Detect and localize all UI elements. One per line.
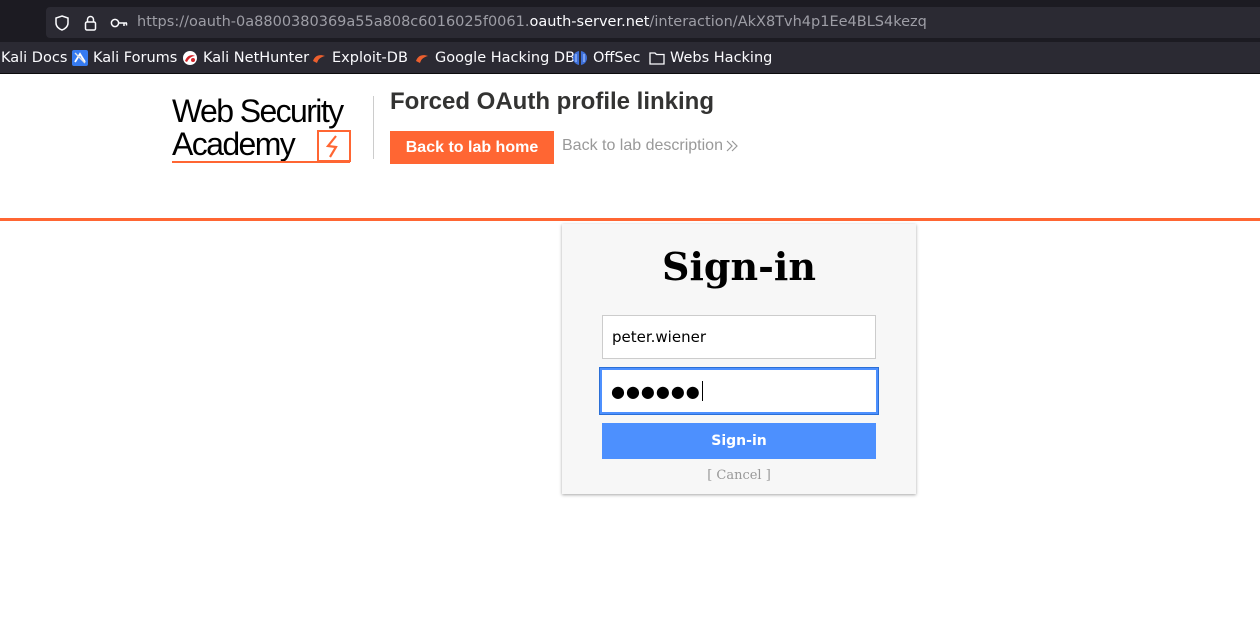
signin-button[interactable]: Sign-in <box>602 423 876 459</box>
bookmark-label: Google Hacking DB <box>435 50 576 66</box>
bookmark-google-hacking-db[interactable]: Google Hacking DB <box>414 42 575 74</box>
logo-line-1: Web Security <box>172 93 344 129</box>
bookmark-folder-webs-hacking[interactable]: Webs Hacking <box>649 42 772 74</box>
web-security-academy-logo[interactable]: Web Security Academy <box>172 94 372 166</box>
lab-title: Forced OAuth profile linking <box>390 88 714 115</box>
bookmark-exploit-db[interactable]: Exploit-DB <box>311 42 408 74</box>
offsec-icon <box>572 50 588 66</box>
logo-line-2: Academy <box>172 126 296 162</box>
username-input[interactable]: peter.wiener <box>602 315 876 359</box>
signin-title: Sign-in <box>662 244 816 289</box>
exploitdb-icon <box>311 50 327 66</box>
bookmark-offsec[interactable]: OffSec <box>572 42 641 74</box>
header-orange-rule <box>0 218 1260 221</box>
lab-header: Web Security Academy Forced OAuth profil… <box>0 74 1260 219</box>
kali-forums-icon <box>72 50 88 66</box>
back-to-lab-home-button[interactable]: Back to lab home <box>390 131 554 164</box>
signin-card: Sign-in peter.wiener ●●●●●● Sign-in [ Ca… <box>562 224 916 494</box>
url-host: oauth-server.net <box>529 14 650 30</box>
url-text[interactable]: https://oauth-0a8800380369a55a808c601602… <box>137 7 927 38</box>
bookmark-label: Kali Forums <box>93 50 178 66</box>
browser-toolbar: https://oauth-0a8800380369a55a808c601602… <box>0 0 1260 42</box>
logo-lightning-icon <box>317 130 351 162</box>
bookmarks-bar: Kali Docs Kali Forums Kali NetHunter Exp… <box>0 42 1260 74</box>
username-value: peter.wiener <box>612 328 706 346</box>
bookmark-kali-docs[interactable]: Kali Docs <box>1 42 67 74</box>
double-chevron-right-icon <box>726 140 738 152</box>
bookmark-label: Webs Hacking <box>670 50 773 66</box>
header-divider <box>373 96 374 159</box>
back-to-lab-description-label: Back to lab description <box>562 137 723 154</box>
bookmark-label: OffSec <box>593 50 641 66</box>
password-value: ●●●●●● <box>611 381 701 401</box>
shield-icon[interactable] <box>54 7 70 38</box>
url-prefix: https://oauth-0a8800380369a55a808c601602… <box>137 14 530 30</box>
text-caret <box>701 381 703 401</box>
cancel-link[interactable]: [ Cancel ] <box>562 468 916 483</box>
bookmark-label: Kali NetHunter <box>203 50 310 66</box>
key-icon[interactable] <box>109 7 129 38</box>
lock-icon[interactable] <box>82 7 98 38</box>
url-path: /interaction/AkX8Tvh4p1Ee4BLS4kezq <box>649 14 927 30</box>
address-bar[interactable]: https://oauth-0a8800380369a55a808c601602… <box>46 7 1260 38</box>
back-to-lab-description-link[interactable]: Back to lab description <box>562 137 738 155</box>
logo-underline <box>172 161 350 163</box>
bookmark-label: Kali Docs <box>1 50 68 66</box>
nethunter-icon <box>182 50 198 66</box>
bookmark-kali-forums[interactable]: Kali Forums <box>72 42 177 74</box>
bookmark-kali-nethunter[interactable]: Kali NetHunter <box>182 42 309 74</box>
bookmark-label: Exploit-DB <box>332 50 408 66</box>
ghdb-icon <box>414 50 430 66</box>
password-input[interactable]: ●●●●●● <box>600 368 878 414</box>
folder-icon <box>649 50 665 66</box>
